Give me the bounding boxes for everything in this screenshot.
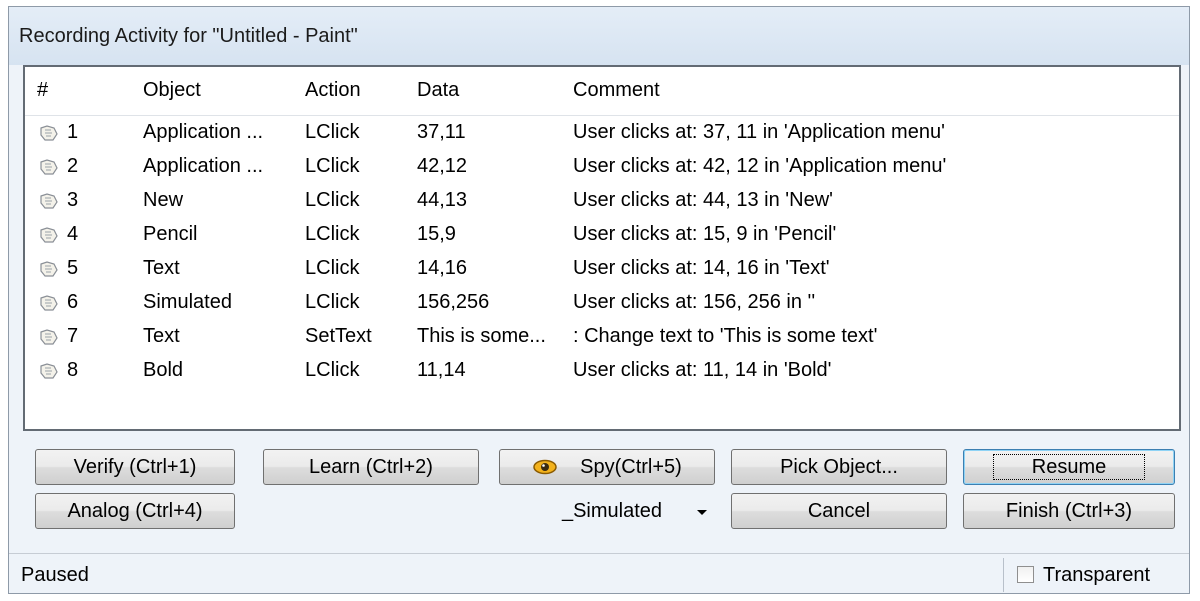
cell-num: 1 (67, 121, 79, 143)
pick-object-button[interactable]: Pick Object... (731, 449, 947, 485)
hand-pointer-icon (39, 328, 59, 346)
analog-button[interactable]: Analog (Ctrl+4) (35, 493, 235, 529)
cell-action: LClick (305, 223, 360, 245)
cell-comment: User clicks at: 42, 12 in 'Application m… (573, 155, 947, 177)
cell-num: 2 (67, 155, 79, 177)
cell-comment: User clicks at: 156, 256 in '' (573, 291, 816, 313)
cell-comment: User clicks at: 44, 13 in 'New' (573, 189, 833, 211)
cell-action: LClick (305, 257, 360, 279)
cell-comment: User clicks at: 15, 9 in 'Pencil' (573, 223, 837, 245)
cell-num: 3 (67, 189, 79, 211)
cell-data: 14,16 (417, 257, 468, 279)
cell-num: 8 (67, 359, 79, 381)
finish-button[interactable]: Finish (Ctrl+3) (963, 493, 1175, 529)
analog-button-label: Analog (Ctrl+4) (67, 499, 203, 522)
resume-button[interactable]: Resume (963, 449, 1175, 485)
spy-button-label: Spy(Ctrl+5) (580, 455, 682, 478)
cell-comment: User clicks at: 37, 11 in 'Application m… (573, 121, 945, 143)
table-row[interactable]: 5 Text LClick 14,16 User clicks at: 14, 16 i… (25, 253, 1179, 287)
hand-pointer-icon (39, 124, 59, 142)
finish-button-label: Finish (Ctrl+3) (1005, 499, 1133, 522)
mode-select-value: _Simulated (561, 500, 663, 522)
cell-action: LClick (305, 121, 360, 143)
column-header-action[interactable]: Action (305, 79, 361, 102)
cell-action: LClick (305, 359, 360, 381)
window-title: Recording Activity for "Untitled - Paint… (19, 25, 358, 47)
table-row[interactable]: 1 Application ... LClick 37,11 User clicks a… (25, 117, 1179, 151)
cell-num: 6 (67, 291, 79, 313)
table-row[interactable]: 4 Pencil LClick 15,9 User clicks at: 15, 9 i… (25, 219, 1179, 253)
cell-object: Bold (143, 359, 184, 381)
verify-button[interactable]: Verify (Ctrl+1) (35, 449, 235, 485)
hand-pointer-icon (39, 226, 59, 244)
table-row[interactable]: 6 Simulated LClick 156,256 User clicks at: 1… (25, 287, 1179, 321)
status-separator (1003, 558, 1004, 592)
cell-object: Text (143, 325, 180, 347)
resume-button-label: Resume (992, 454, 1146, 480)
chevron-down-icon (697, 510, 707, 515)
recording-activity-window: Recording Activity for "Untitled - Paint… (8, 6, 1190, 594)
cell-data: 15,9 (417, 223, 456, 245)
table-row[interactable]: 2 Application ... LClick 42,12 User clicks a… (25, 151, 1179, 185)
column-header-comment[interactable]: Comment (573, 79, 660, 102)
table-row[interactable]: 3 New LClick 44,13 User clicks at: 44, 13 in… (25, 185, 1179, 219)
cell-data: 37,11 (417, 121, 466, 143)
cell-object: Simulated (143, 291, 232, 313)
status-text: Paused (21, 564, 89, 586)
column-header-number[interactable]: # (37, 79, 48, 102)
learn-button[interactable]: Learn (Ctrl+2) (263, 449, 479, 485)
cell-num: 4 (67, 223, 79, 245)
hand-pointer-icon (39, 192, 59, 210)
pick-object-button-label: Pick Object... (780, 455, 898, 478)
table-row[interactable]: 7 Text SetText This is some... : Change text… (25, 321, 1179, 355)
mode-select[interactable]: _Simulated (501, 493, 723, 529)
cell-object: Application ... (143, 121, 264, 143)
cell-num: 5 (67, 257, 79, 279)
cancel-button-label: Cancel (807, 499, 871, 522)
cell-data: 44,13 (417, 189, 468, 211)
cell-object: Pencil (143, 223, 198, 245)
hand-pointer-icon (39, 158, 59, 176)
cell-action: LClick (305, 189, 360, 211)
cell-action: LClick (305, 155, 360, 177)
cell-data: 42,12 (417, 155, 468, 177)
cell-comment: : Change text to 'This is some text' (573, 325, 878, 347)
hand-pointer-icon (39, 260, 59, 278)
spy-button[interactable]: Spy(Ctrl+5) (499, 449, 715, 485)
title-bar: Recording Activity for "Untitled - Paint… (9, 7, 1189, 65)
cell-num: 7 (67, 325, 79, 347)
table-row[interactable]: 8 Bold LClick 11,14 User clicks at: 11, 14 i… (25, 355, 1179, 389)
hand-pointer-icon (39, 294, 59, 312)
eye-icon (532, 458, 558, 476)
learn-button-label: Learn (Ctrl+2) (309, 455, 433, 478)
cell-action: SetText (305, 325, 372, 347)
transparent-checkbox[interactable] (1017, 566, 1034, 583)
transparent-label[interactable]: Transparent (1043, 564, 1150, 587)
cell-data: 156,256 (417, 291, 490, 313)
cell-comment: User clicks at: 11, 14 in 'Bold' (573, 359, 832, 381)
cell-action: LClick (305, 291, 360, 313)
verify-button-label: Verify (Ctrl+1) (73, 455, 197, 478)
cell-object: Application ... (143, 155, 264, 177)
cell-data: This is some... (417, 325, 546, 347)
cell-object: New (143, 189, 184, 211)
status-bar: Paused Transparent (9, 553, 1189, 593)
column-header-data[interactable]: Data (417, 79, 459, 102)
column-header-object[interactable]: Object (143, 79, 201, 102)
cell-data: 11,14 (417, 359, 466, 381)
activity-list[interactable]: # Object Action Data Comment 1 Applicatio… (23, 65, 1181, 431)
cell-object: Text (143, 257, 180, 279)
cancel-button[interactable]: Cancel (731, 493, 947, 529)
hand-pointer-icon (39, 362, 59, 380)
cell-comment: User clicks at: 14, 16 in 'Text' (573, 257, 830, 279)
header-divider (25, 115, 1179, 116)
